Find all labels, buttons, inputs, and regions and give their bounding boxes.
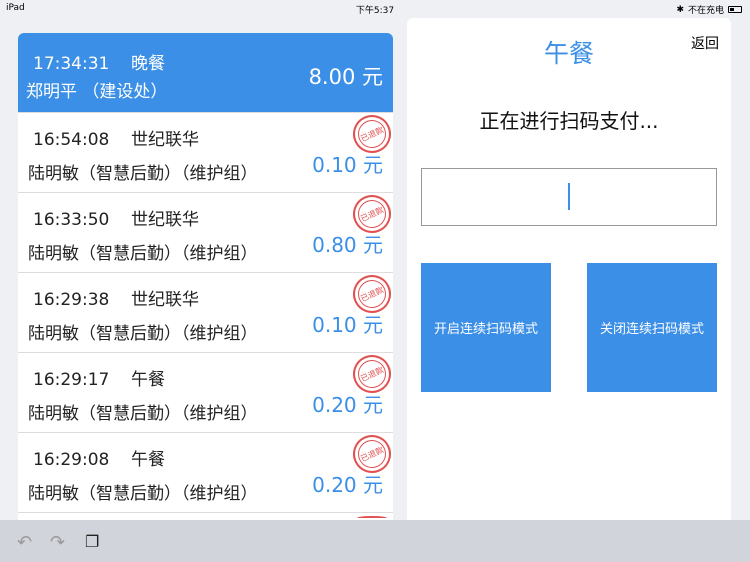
scan-message: 正在进行扫码支付...	[479, 109, 659, 133]
order-time: 16:29:38	[33, 290, 110, 310]
order-row[interactable]: 16:54:08 世纪联华 陆明敏（智慧后勤）（维护组） 0.10 元已退款	[18, 108, 398, 193]
order-type: 午餐	[130, 450, 165, 470]
order-row[interactable]: 17:34:31 晚餐 郑明平 （建设处） 8.00 元	[18, 33, 393, 113]
order-type: 午餐	[130, 370, 165, 390]
scan-input[interactable]	[421, 168, 717, 226]
order-type: 晚餐	[130, 54, 165, 74]
order-amount: 8.00 元	[308, 65, 383, 89]
battery-icon	[728, 6, 742, 13]
order-time-type: 16:54:08 世纪联华	[33, 125, 199, 150]
order-time: 17:34:31	[33, 54, 110, 74]
payment-panel: 午餐 返回 正在进行扫码支付... 开启连续扫码模式 关闭连续扫码模式	[407, 18, 731, 520]
order-customer: 陆明敏（智慧后勤）（维护组）	[28, 244, 258, 264]
meal-title: 午餐	[543, 39, 594, 68]
disable-continuous-scan-button[interactable]: 关闭连续扫码模式	[587, 263, 717, 392]
order-time: 16:33:50	[33, 210, 110, 230]
order-time: 16:29:08	[33, 450, 110, 470]
order-time-type: 17:34:31 晚餐	[33, 49, 165, 74]
order-customer: 陆明敏（智慧后勤）（维护组）	[28, 484, 258, 504]
charging-status: 不在充电	[687, 6, 724, 16]
order-row-partial[interactable]	[18, 513, 393, 520]
order-time: 16:29:17	[33, 370, 110, 390]
order-time-type: 16:29:08 午餐	[33, 445, 165, 470]
order-row[interactable]: 16:29:08 午餐 陆明敏（智慧后勤）（维护组） 0.20 元已退款	[18, 428, 398, 513]
undo-icon[interactable]: ↶	[17, 532, 32, 553]
order-row[interactable]: 16:29:38 世纪联华 陆明敏（智慧后勤）（维护组） 0.10 元已退款	[18, 268, 398, 353]
order-time-type: 16:29:17 午餐	[33, 365, 165, 390]
order-type: 世纪联华	[130, 130, 199, 150]
redo-icon[interactable]: ↷	[50, 532, 65, 553]
order-type: 世纪联华	[130, 210, 199, 230]
keyboard-toolbar: ↶ ↷ ❐	[0, 520, 750, 562]
bluetooth-icon: ✱	[676, 4, 684, 15]
status-bar: iPad 下午5:37 ✱ 不在充电	[0, 0, 750, 16]
order-time-type: 16:29:38 世纪联华	[33, 285, 199, 310]
order-customer: 陆明敏（智慧后勤）（维护组）	[28, 404, 258, 424]
text-caret	[568, 183, 570, 210]
paste-icon[interactable]: ❐	[85, 532, 99, 551]
order-customer: 郑明平 （建设处）	[26, 82, 168, 102]
order-row[interactable]: 16:33:50 世纪联华 陆明敏（智慧后勤）（维护组） 0.80 元已退款	[18, 188, 398, 273]
back-button[interactable]: 返回	[691, 33, 719, 53]
order-customer: 陆明敏（智慧后勤）（维护组）	[28, 324, 258, 344]
order-list[interactable]: 17:34:31 晚餐 郑明平 （建设处） 8.00 元 16:54:08 世纪联…	[18, 33, 398, 520]
order-row[interactable]: 16:29:17 午餐 陆明敏（智慧后勤）（维护组） 0.20 元已退款	[18, 348, 398, 433]
order-time: 16:54:08	[33, 130, 110, 150]
order-type: 世纪联华	[130, 290, 199, 310]
order-time-type: 16:33:50 世纪联华	[33, 205, 199, 230]
order-customer: 陆明敏（智慧后勤）（维护组）	[28, 164, 258, 184]
enable-continuous-scan-button[interactable]: 开启连续扫码模式	[421, 263, 551, 392]
clock: 下午5:37	[355, 6, 395, 16]
